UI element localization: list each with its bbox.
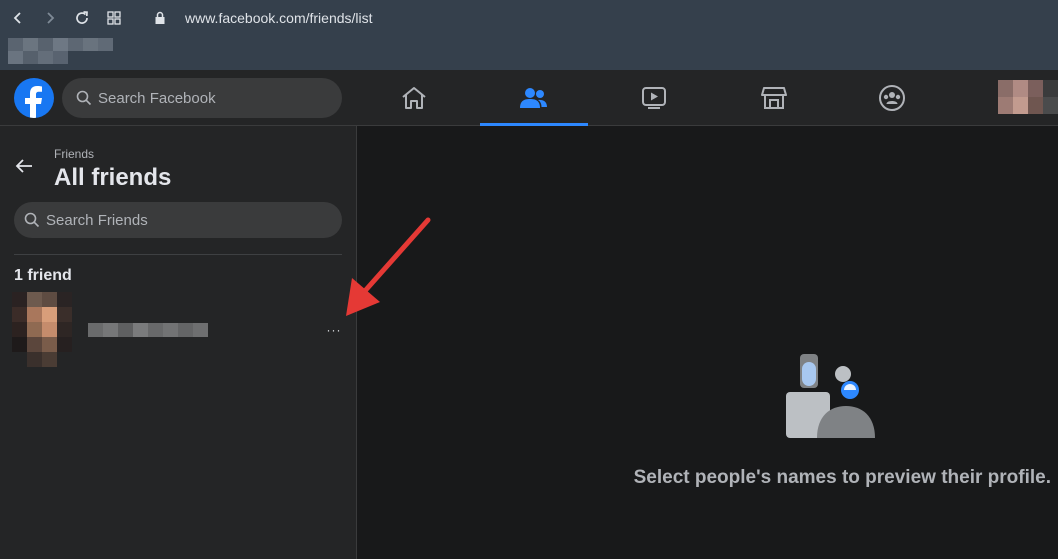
address-bar-url[interactable]: www.facebook.com/friends/list [185, 10, 373, 26]
tab-watch[interactable] [600, 70, 708, 126]
tab-grid-icon[interactable] [104, 8, 124, 28]
people-illustration-icon [786, 354, 875, 438]
marketplace-icon [761, 87, 787, 109]
profile-preview-panel: Select people's names to preview their p… [358, 126, 1058, 559]
pixelated-bookmark [8, 38, 113, 64]
breadcrumb[interactable]: Friends [54, 147, 94, 161]
lock-icon [150, 8, 170, 28]
page-title: All friends [54, 164, 172, 191]
back-button[interactable] [10, 152, 38, 180]
friend-avatar-pixelated[interactable] [12, 292, 72, 367]
search-icon [76, 90, 92, 106]
search-icon [24, 212, 40, 228]
tab-marketplace[interactable] [720, 70, 828, 126]
arrow-left-icon [15, 159, 32, 173]
profile-avatar-pixelated[interactable] [998, 80, 1058, 114]
video-icon [642, 87, 666, 109]
friend-name-pixelated[interactable] [88, 323, 208, 337]
tab-home[interactable] [360, 70, 468, 126]
empty-state-message: Select people's names to preview their p… [633, 467, 1051, 488]
forward-arrow-icon[interactable] [40, 8, 60, 28]
facebook-header: Search Facebook [0, 70, 1058, 126]
back-arrow-icon[interactable] [8, 8, 28, 28]
screen: www.facebook.com/friends/list Search Fac… [0, 0, 1058, 559]
friend-count: 1 friend [14, 267, 72, 284]
search-friends-placeholder: Search Friends [46, 211, 148, 229]
groups-icon [879, 85, 905, 111]
search-facebook-placeholder: Search Facebook [98, 89, 216, 107]
home-icon [402, 87, 426, 109]
friend-list-item[interactable]: ··· [10, 292, 350, 368]
divider [14, 254, 342, 255]
reload-icon[interactable] [72, 8, 92, 28]
friends-icon [520, 88, 547, 108]
browser-toolbar: www.facebook.com/friends/list [0, 0, 1058, 70]
friends-sidebar: Friends All friends Search Friends 1 fri… [0, 126, 357, 559]
search-facebook-input[interactable]: Search Facebook [62, 78, 342, 118]
more-options-button[interactable]: ··· [320, 318, 348, 342]
tab-groups[interactable] [838, 70, 946, 126]
facebook-logo-icon[interactable] [14, 78, 54, 118]
tab-friends[interactable] [480, 70, 588, 126]
search-friends-input[interactable]: Search Friends [14, 202, 342, 238]
